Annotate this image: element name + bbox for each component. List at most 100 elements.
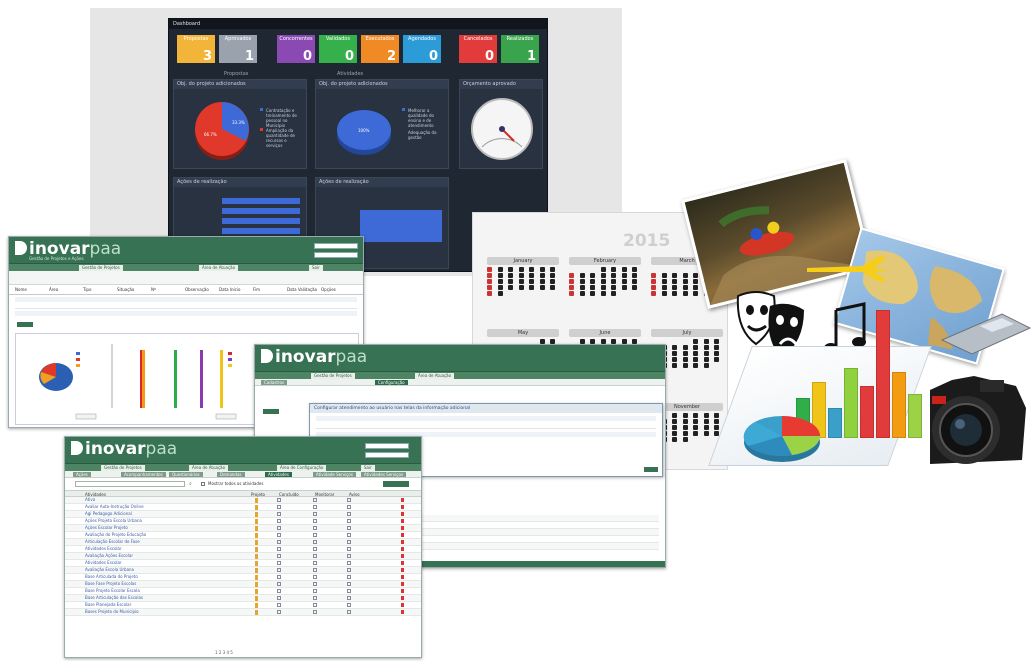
delete-icon[interactable] [401,519,404,523]
dialog-ok-button[interactable] [644,467,658,472]
row-checkbox[interactable] [277,526,281,530]
edit-icon[interactable] [255,533,258,538]
column-header[interactable]: Data Início [219,287,251,292]
row-checkbox[interactable] [277,498,281,502]
year-select[interactable] [314,243,358,249]
pagination[interactable]: 1 2 3 4 5 [215,650,233,655]
row-checkbox[interactable] [277,589,281,593]
row-checkbox[interactable] [347,498,351,502]
edit-icon[interactable] [255,498,258,503]
row-checkbox[interactable] [347,519,351,523]
row-checkbox[interactable] [347,533,351,537]
edit-icon[interactable] [255,526,258,531]
table-row[interactable]: Agi Pedagogo Adicional [65,511,421,518]
activity-name[interactable]: Bases Projeto do Município [85,609,139,614]
delete-icon[interactable] [401,589,404,593]
delete-icon[interactable] [401,554,404,558]
edit-icon[interactable] [255,512,258,517]
row-checkbox[interactable] [313,610,317,614]
column-header[interactable]: Data Validação [287,287,319,292]
table-row[interactable]: Ativo [65,497,421,504]
tab[interactable]: Atividades [265,472,292,477]
row-checkbox[interactable] [277,554,281,558]
tab-configuracao[interactable]: Configuração [375,380,408,385]
row-checkbox[interactable] [277,512,281,516]
entity-select[interactable] [365,452,409,458]
edit-icon[interactable] [255,568,258,573]
row-checkbox[interactable] [313,589,317,593]
add-button[interactable] [263,409,279,414]
tab-cadastros[interactable]: Cadastros [261,380,287,385]
activity-name[interactable]: Avaliação Escola Urbana [85,567,134,572]
edit-icon[interactable] [255,554,258,559]
status-tile[interactable]: Concorrentes 0 [277,35,315,64]
table-row[interactable]: Avaliação do Projeto Educação [65,532,421,539]
delete-icon[interactable] [401,498,404,502]
activity-name[interactable]: Avaliação Ações Escolar [85,553,133,558]
delete-icon[interactable] [401,526,404,530]
filter-bar[interactable] [9,271,363,285]
row-checkbox[interactable] [277,582,281,586]
column-header[interactable]: Nº [151,287,183,292]
activity-name[interactable]: Avaliação do Projeto Educação [85,532,146,537]
delete-icon[interactable] [401,603,404,607]
status-tile[interactable]: Aprovados 1 [219,35,257,64]
edit-icon[interactable] [255,582,258,587]
row-checkbox[interactable] [347,603,351,607]
row-checkbox[interactable] [277,561,281,565]
row-checkbox[interactable] [347,561,351,565]
search-input[interactable] [75,481,185,487]
activity-name[interactable]: Base Articulada do Projeto [85,574,138,579]
edit-icon[interactable] [255,603,258,608]
delete-icon[interactable] [401,561,404,565]
row-checkbox[interactable] [313,554,317,558]
tab[interactable]: Acompanhamentos [121,472,166,477]
table-row[interactable]: Bases Projeto do Município [65,609,421,616]
activity-name[interactable]: Atividades Escolar [85,560,122,565]
table-row[interactable]: Base Projeto Escolar Escola [65,588,421,595]
delete-icon[interactable] [401,540,404,544]
show-all-checkbox[interactable] [201,482,205,486]
activity-name[interactable]: Base Articulação das Escolas [85,595,143,600]
table-row[interactable]: Base Articulada do Projeto [65,574,421,581]
status-tile[interactable]: Agendados 0 [403,35,441,64]
column-header[interactable]: Situação [117,287,149,292]
table-row[interactable]: Avaliar Auto-Instrução Online [65,504,421,511]
row-checkbox[interactable] [313,561,317,565]
row-checkbox[interactable] [347,568,351,572]
column-header[interactable]: Observação [185,287,217,292]
tab[interactable]: Atividades Serviços [361,472,407,477]
row-checkbox[interactable] [313,603,317,607]
menu-sair[interactable]: Sair [309,265,323,271]
delete-icon[interactable] [401,575,404,579]
tab[interactable]: Demandas [217,472,245,477]
edit-icon[interactable] [255,519,258,524]
row-checkbox[interactable] [277,610,281,614]
tab[interactable]: Atividade Serviços [313,472,356,477]
row-checkbox[interactable] [277,596,281,600]
edit-icon[interactable] [255,610,258,615]
table-row[interactable]: Ações Escolar Projeto [65,525,421,532]
status-tile[interactable]: Executados 2 [361,35,399,64]
delete-icon[interactable] [401,512,404,516]
table-row[interactable]: Atividades Escolar [65,546,421,553]
row-checkbox[interactable] [313,533,317,537]
row-checkbox[interactable] [347,575,351,579]
row-checkbox[interactable] [313,519,317,523]
row-checkbox[interactable] [313,505,317,509]
table-row[interactable]: Base Fase Projeto Escolas [65,581,421,588]
row-checkbox[interactable] [277,533,281,537]
row-checkbox[interactable] [347,526,351,530]
edit-icon[interactable] [255,540,258,545]
entity-select[interactable] [314,252,358,258]
row-checkbox[interactable] [277,547,281,551]
row-checkbox[interactable] [313,568,317,572]
column-header[interactable]: Tipo [83,287,115,292]
column-header[interactable]: Área [49,287,81,292]
delete-icon[interactable] [401,533,404,537]
row-checkbox[interactable] [347,582,351,586]
edit-icon[interactable] [255,505,258,510]
row-checkbox[interactable] [347,540,351,544]
delete-icon[interactable] [401,582,404,586]
row-checkbox[interactable] [277,603,281,607]
